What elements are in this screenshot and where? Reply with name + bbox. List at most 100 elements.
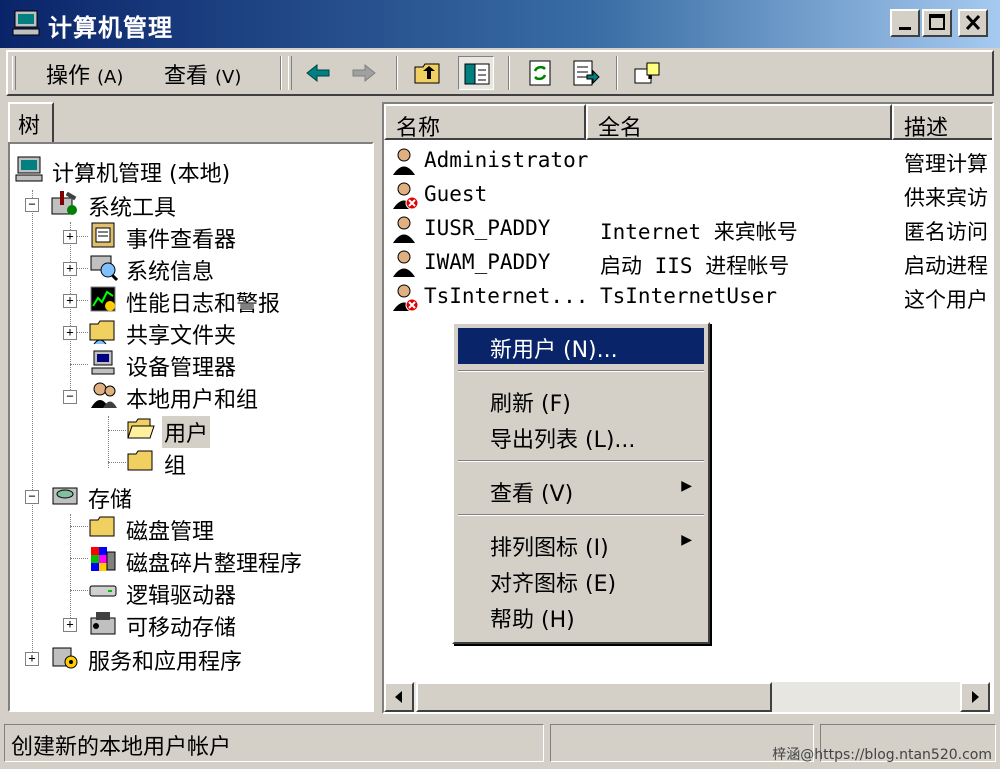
disabled-user-icon bbox=[393, 182, 419, 210]
refresh-button[interactable] bbox=[522, 56, 558, 90]
user-name: IUSR_PADDY bbox=[424, 216, 551, 240]
menu-item-label: 新用户 (N)... bbox=[490, 338, 618, 363]
defrag-icon bbox=[91, 547, 116, 571]
tree-item-label: 用户 bbox=[162, 416, 211, 448]
toolbar-grip[interactable] bbox=[288, 56, 292, 90]
forward-button[interactable] bbox=[346, 56, 382, 90]
status-text-panel: 创建新的本地用户帐户 bbox=[4, 724, 544, 762]
list-item[interactable]: Guest 供来宾访 bbox=[384, 178, 992, 212]
expander-shared-folders[interactable]: + bbox=[63, 326, 77, 340]
folder-icon bbox=[127, 450, 153, 471]
scrollbar-thumb[interactable] bbox=[416, 682, 772, 712]
user-description: 匿名访问 bbox=[904, 220, 988, 244]
tree-item-label: 设备管理器 bbox=[126, 356, 237, 381]
minimize-button[interactable] bbox=[890, 9, 920, 37]
user-icon bbox=[393, 148, 415, 175]
tree-item-label: 逻辑驱动器 bbox=[126, 584, 237, 609]
toolbar-separator bbox=[280, 56, 282, 90]
expander-services[interactable]: + bbox=[25, 652, 39, 666]
tree-line bbox=[70, 364, 88, 365]
window-title: 计算机管理 bbox=[48, 14, 173, 42]
menu-item-view[interactable]: 查看 (V) ▶ bbox=[458, 472, 704, 508]
user-full-name: 启动 IIS 进程帐号 bbox=[600, 254, 790, 278]
folder-icon bbox=[89, 516, 115, 537]
close-icon bbox=[965, 14, 981, 31]
expander-event-viewer[interactable]: + bbox=[63, 230, 77, 244]
export-list-button[interactable] bbox=[568, 56, 604, 90]
menu-item-help[interactable]: 帮助 (H) bbox=[458, 598, 704, 634]
expander-removable-storage[interactable]: + bbox=[63, 618, 77, 632]
show-hide-tree-button[interactable] bbox=[458, 56, 494, 90]
user-name: Guest bbox=[424, 182, 488, 206]
column-header-name[interactable]: 名称 bbox=[384, 104, 586, 141]
tab-tree[interactable]: 树 bbox=[8, 102, 54, 142]
scroll-left-button[interactable] bbox=[384, 682, 414, 712]
menu-view-label: 查看 bbox=[164, 64, 209, 89]
expander-system-tools[interactable]: − bbox=[25, 198, 39, 212]
user-description: 管理计算 bbox=[904, 152, 988, 176]
menu-action-accel: (A) bbox=[97, 67, 124, 88]
help-button[interactable]: ? bbox=[630, 56, 666, 90]
title-bar[interactable]: 计算机管理 bbox=[0, 0, 1000, 48]
menu-item-label: 查看 (V) bbox=[490, 482, 574, 507]
column-header-label: 描述 bbox=[904, 116, 949, 141]
maximize-button[interactable] bbox=[922, 9, 952, 37]
tree-item-label: 系统工具 bbox=[88, 196, 177, 221]
removable-storage-icon bbox=[90, 612, 116, 635]
device-manager-icon bbox=[91, 350, 115, 375]
performance-icon bbox=[90, 286, 116, 312]
back-button[interactable] bbox=[300, 56, 336, 90]
expander-system-info[interactable]: + bbox=[63, 262, 77, 276]
menu-item-new-user[interactable]: 新用户 (N)... bbox=[458, 328, 704, 364]
list-item[interactable]: IWAM_PADDY 启动 IIS 进程帐号 启动进程 bbox=[384, 246, 992, 280]
column-header-description[interactable]: 描述 bbox=[892, 104, 992, 141]
scroll-right-button[interactable] bbox=[960, 682, 990, 712]
up-one-level-button[interactable] bbox=[410, 56, 446, 90]
list-item[interactable]: Administrator 管理计算 bbox=[384, 144, 992, 178]
menu-item-label: 导出列表 (L)... bbox=[490, 428, 636, 453]
tree-item-label: 性能日志和警报 bbox=[126, 292, 281, 317]
tree-line bbox=[70, 558, 88, 559]
tree-item-label: 事件查看器 bbox=[126, 228, 237, 253]
user-full-name: TsInternetUser bbox=[600, 284, 778, 308]
menu-item-refresh[interactable]: 刷新 (F) bbox=[458, 382, 704, 418]
toolbar-separator bbox=[616, 56, 618, 90]
show-tree-icon bbox=[464, 63, 490, 85]
close-button[interactable] bbox=[958, 9, 988, 37]
list-item[interactable]: IUSR_PADDY Internet 来宾帐号 匿名访问 bbox=[384, 212, 992, 246]
tree-item-label: 组 bbox=[164, 454, 187, 479]
expander-performance[interactable]: + bbox=[63, 294, 77, 308]
tree-line bbox=[76, 236, 88, 237]
menu-item-line-up-icons[interactable]: 对齐图标 (E) bbox=[458, 562, 704, 598]
column-header-label: 全名 bbox=[598, 116, 643, 141]
status-bar: 创建新的本地用户帐户 梓涵@https://blog.ntan520.com bbox=[0, 718, 1000, 769]
menu-separator bbox=[458, 460, 704, 462]
toolbar-grip[interactable] bbox=[12, 56, 16, 90]
expander-storage[interactable]: − bbox=[25, 490, 39, 504]
menu-item-export-list[interactable]: 导出列表 (L)... bbox=[458, 418, 704, 454]
services-icon bbox=[52, 647, 78, 669]
horizontal-scrollbar[interactable] bbox=[384, 682, 990, 712]
expander-local-users[interactable]: − bbox=[63, 390, 77, 404]
scroll-left-icon bbox=[395, 691, 402, 703]
tree-line bbox=[108, 462, 126, 463]
menu-view[interactable]: 查看 (V) bbox=[164, 58, 241, 90]
user-icon bbox=[393, 216, 415, 243]
menu-action[interactable]: 操作 (A) bbox=[46, 58, 123, 90]
toolbar: 操作 (A) 查看 (V) ? bbox=[6, 50, 994, 96]
tree-line bbox=[32, 190, 33, 658]
tree-line bbox=[108, 430, 126, 431]
column-header-full-name[interactable]: 全名 bbox=[586, 104, 892, 141]
tree-item-label: 本地用户和组 bbox=[126, 388, 259, 413]
context-menu: 新用户 (N)... 刷新 (F) 导出列表 (L)... 查看 (V) ▶ 排… bbox=[452, 322, 710, 644]
up-folder-icon bbox=[414, 63, 440, 84]
user-description: 供来宾访 bbox=[904, 186, 988, 210]
tree-line bbox=[70, 514, 71, 626]
minimize-icon bbox=[899, 27, 911, 30]
tree-item-label: 系统信息 bbox=[126, 260, 215, 285]
list-item[interactable]: TsInternet... TsInternetUser 这个用户 bbox=[384, 280, 992, 314]
tree-line bbox=[76, 300, 88, 301]
user-icon bbox=[393, 250, 415, 277]
tree-pane[interactable]: 计算机管理 (本地) − 系统工具 + 事件查看器 + 系统信息 + 性能日志和… bbox=[8, 142, 374, 712]
menu-item-arrange-icons[interactable]: 排列图标 (I) ▶ bbox=[458, 526, 704, 562]
